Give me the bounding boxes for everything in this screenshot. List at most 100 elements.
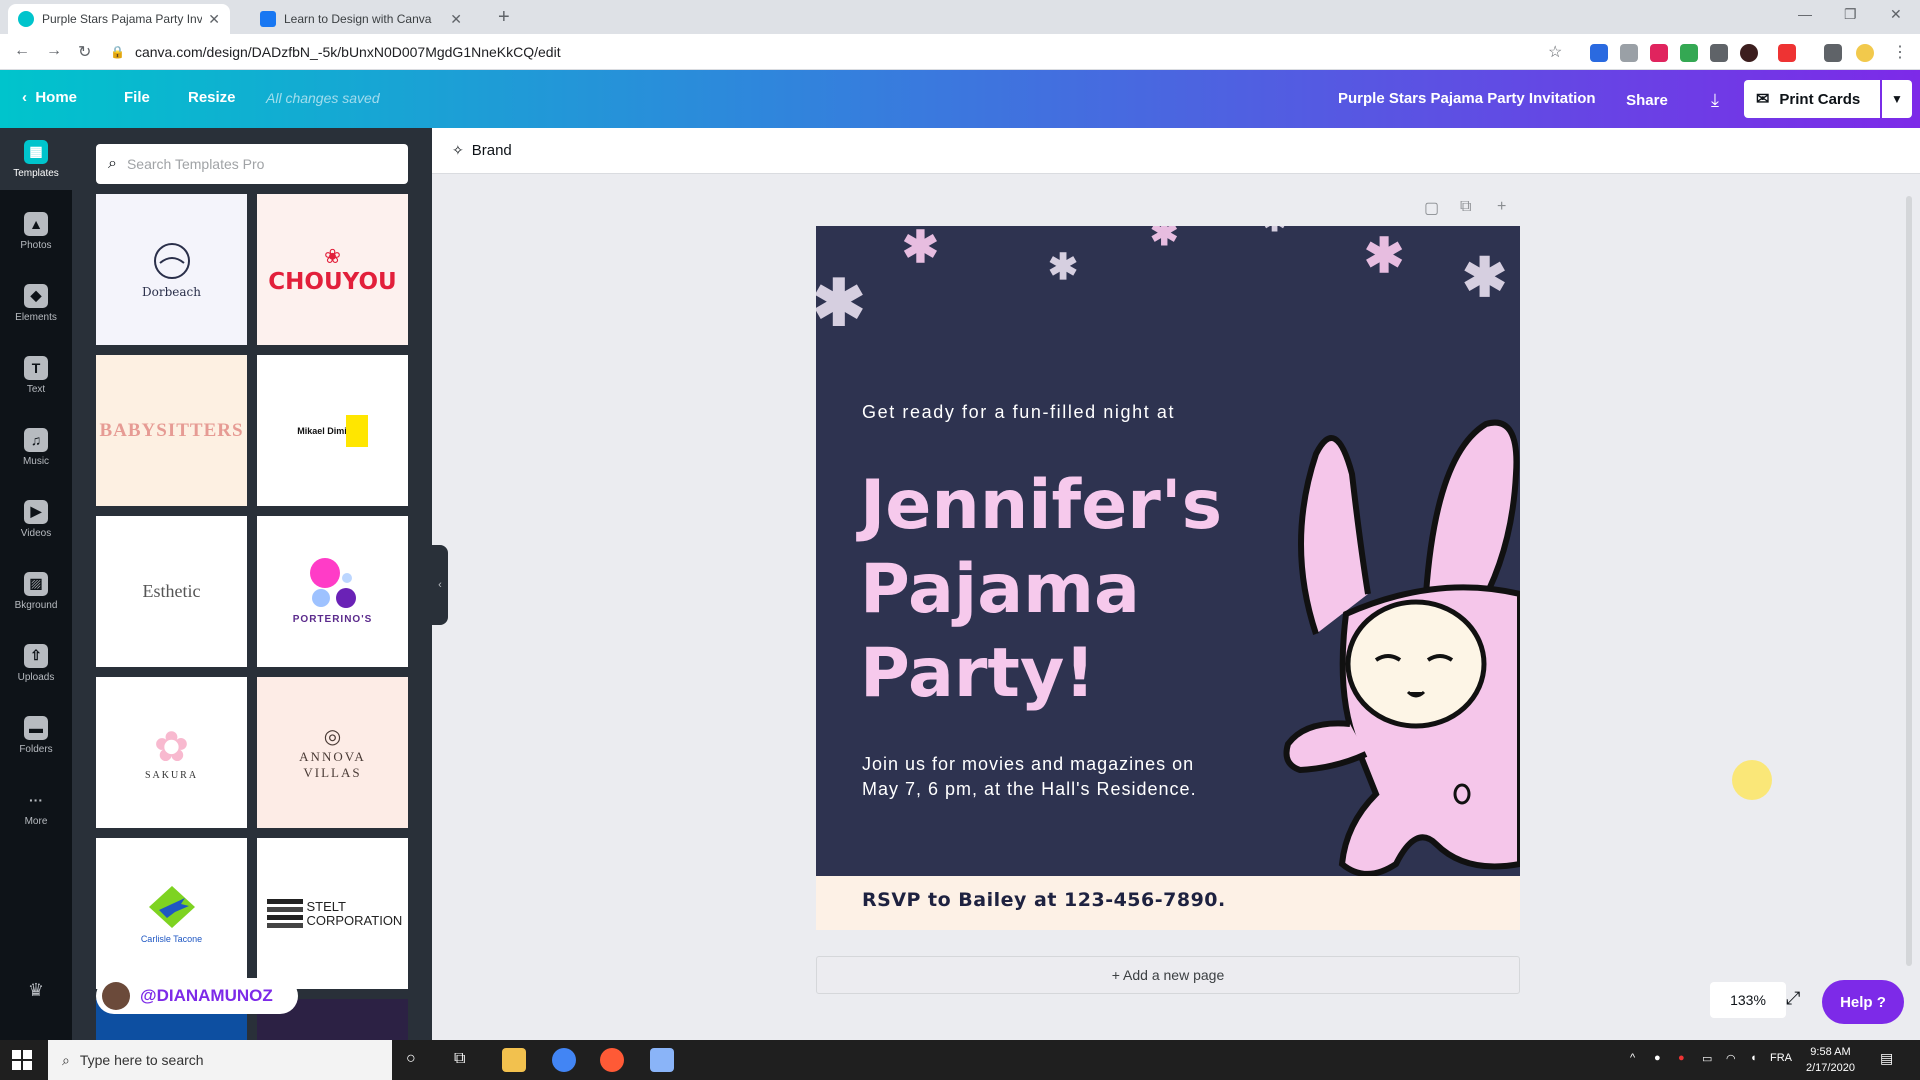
cortana-icon[interactable]: ○ xyxy=(406,1050,416,1068)
minimize-window-icon[interactable]: — xyxy=(1798,6,1812,22)
profile-avatar[interactable] xyxy=(1856,44,1874,62)
brand-button[interactable]: ✧ Brand xyxy=(452,142,512,159)
extension-icon[interactable] xyxy=(1650,44,1668,62)
print-options-chevron-down-icon[interactable]: ▼ xyxy=(1882,80,1912,118)
canvas-scrollbar[interactable] xyxy=(1904,176,1914,1014)
template-card-porterinos[interactable]: PORTERINO'S xyxy=(257,516,408,667)
reload-icon[interactable]: ↻ xyxy=(78,42,91,62)
tray-chevron-up-icon[interactable]: ^ xyxy=(1630,1052,1635,1064)
app-icon[interactable] xyxy=(600,1048,624,1072)
battery-icon[interactable]: ▭ xyxy=(1702,1052,1712,1065)
tray-app-icon[interactable]: ● xyxy=(1678,1052,1685,1064)
template-name: STELT CORPORATION xyxy=(306,898,403,928)
forward-icon[interactable]: → xyxy=(46,42,62,60)
windows-start-icon[interactable] xyxy=(12,1050,32,1070)
help-button[interactable]: Help ? xyxy=(1822,980,1904,1024)
rail-item-photos[interactable]: ▲ Photos xyxy=(0,200,72,262)
close-window-icon[interactable]: ✕ xyxy=(1890,6,1902,23)
extension-icon[interactable] xyxy=(1778,44,1796,62)
notifications-icon[interactable]: ▤ xyxy=(1880,1050,1893,1067)
lock-icon: 🔒 xyxy=(110,45,125,59)
reading-list-icon[interactable] xyxy=(1824,44,1842,62)
zoom-level[interactable]: 133% xyxy=(1730,992,1766,1008)
extension-icon[interactable] xyxy=(1680,44,1698,62)
microphone-icon[interactable]: ● xyxy=(1654,1052,1661,1064)
extension-icon[interactable] xyxy=(1590,44,1608,62)
template-card-stelt[interactable]: STELT CORPORATION xyxy=(257,838,408,989)
template-card-babysitters[interactable]: BABYSITTERS xyxy=(96,355,247,506)
zoom-control[interactable]: 133% xyxy=(1710,982,1786,1018)
invite-details-text[interactable]: Join us for movies and magazines on May … xyxy=(862,752,1222,802)
invite-intro-text[interactable]: Get ready for a fun-filled night at xyxy=(862,402,1175,423)
download-icon[interactable]: ⤓ xyxy=(1694,82,1736,118)
task-view-icon[interactable]: ⧉ xyxy=(454,1050,465,1068)
tab-title: Purple Stars Pajama Party Invitati xyxy=(42,12,203,26)
template-card-chouyou[interactable]: ❀ CHOUYOU xyxy=(257,194,408,345)
taskbar-clock[interactable]: 9:58 AM 2/17/2020 xyxy=(1806,1044,1855,1076)
extension-icon[interactable] xyxy=(1740,44,1758,62)
fullscreen-expand-icon[interactable]: ⤢ xyxy=(1786,988,1800,1009)
template-card-carlisle-tacone[interactable]: Carlisle Tacone xyxy=(96,838,247,989)
browser-tab-canva[interactable]: Purple Stars Pajama Party Invitati ✕ xyxy=(8,4,230,34)
rail-item-text[interactable]: T Text xyxy=(0,344,72,406)
wifi-icon[interactable]: ◠ xyxy=(1726,1052,1736,1065)
template-card-annova-villas[interactable]: ◎ ANNOVA VILLAS xyxy=(257,677,408,828)
invite-headline[interactable]: Jennifer's Pajama Party! xyxy=(860,464,1260,716)
template-search[interactable]: ⌕ xyxy=(96,144,408,184)
templates-panel: ⌕ Dorbeach ❀ CHOUYOU BABYSITTERS Mikael … xyxy=(72,128,432,1040)
app-icon[interactable] xyxy=(650,1048,674,1072)
design-canvas[interactable]: ✱ ✱ ✱ ✱ ✱ ✱ ✱ Get ready for a fun-filled… xyxy=(816,226,1520,930)
rail-item-label: Bkground xyxy=(14,599,58,611)
template-search-input[interactable] xyxy=(126,156,387,172)
collapse-panel-chevron-left-icon[interactable]: ‹ xyxy=(432,545,448,625)
page-notes-icon[interactable]: ▢ xyxy=(1424,198,1439,218)
file-explorer-icon[interactable] xyxy=(502,1048,526,1072)
new-tab-icon[interactable]: + xyxy=(498,6,510,29)
home-button[interactable]: ‹ Home xyxy=(22,89,77,106)
template-card-dorbeach[interactable]: Dorbeach xyxy=(96,194,247,345)
template-card-mikael-dimitri[interactable]: Mikael Dimitri xyxy=(257,355,408,506)
chrome-icon[interactable] xyxy=(552,1048,576,1072)
volume-icon[interactable]: ◖ xyxy=(1750,1052,1757,1064)
resize-button[interactable]: Resize xyxy=(188,89,236,106)
share-button[interactable]: Share xyxy=(1612,82,1682,118)
address-bar[interactable]: 🔒 canva.com/design/DADzfbN_-5k/bUnxN0D00… xyxy=(110,38,1570,66)
annova-spiral-icon: ◎ xyxy=(323,726,342,748)
photos-icon: ▲ xyxy=(24,211,48,236)
rail-item-videos[interactable]: ▶ Videos xyxy=(0,488,72,550)
language-indicator[interactable]: FRA xyxy=(1770,1052,1792,1064)
browser-menu-icon[interactable]: ⋮ xyxy=(1892,42,1908,62)
browser-tab-facebook[interactable]: Learn to Design with Canva ✕ xyxy=(250,4,472,34)
restore-window-icon[interactable]: ❐ xyxy=(1844,6,1857,23)
template-card-esthetic[interactable]: Esthetic xyxy=(96,516,247,667)
bookmark-star-icon[interactable]: ☆ xyxy=(1548,42,1562,62)
back-icon[interactable]: ← xyxy=(14,42,30,60)
stelt-logo: STELT CORPORATION xyxy=(266,897,403,931)
scrollbar-thumb[interactable] xyxy=(1906,196,1912,966)
rail-item-elements[interactable]: ◆ Elements xyxy=(0,272,72,334)
add-new-page-button[interactable]: + Add a new page xyxy=(816,956,1520,994)
rail-item-background[interactable]: ▨ Bkground xyxy=(0,560,72,622)
bunny-pajama-illustration[interactable] xyxy=(1276,394,1520,884)
porterinos-dots-icon xyxy=(309,558,356,608)
document-title[interactable]: Purple Stars Pajama Party Invitation xyxy=(1338,90,1596,107)
rail-item-more[interactable]: ··· More xyxy=(0,776,72,838)
rail-item-label: More xyxy=(24,815,48,827)
taskbar-search[interactable]: ⌕ Type here to search xyxy=(48,1040,392,1080)
save-status: All changes saved xyxy=(266,90,380,106)
rail-item-folders[interactable]: ▬ Folders xyxy=(0,704,72,766)
rail-item-pro[interactable]: ♛ xyxy=(0,970,72,1010)
print-cards-button[interactable]: ✉ Print Cards xyxy=(1744,80,1880,118)
duplicate-page-icon[interactable]: ⧉ xyxy=(1460,198,1471,216)
template-card-sakura[interactable]: ✿ SAKURA xyxy=(96,677,247,828)
rail-item-templates[interactable]: ▦ Templates xyxy=(0,128,72,190)
add-page-icon[interactable]: + xyxy=(1497,198,1506,216)
file-menu-button[interactable]: File xyxy=(124,89,150,106)
close-tab-icon[interactable]: ✕ xyxy=(208,11,220,28)
extension-icon[interactable] xyxy=(1620,44,1638,62)
close-tab-icon[interactable]: ✕ xyxy=(450,11,462,28)
rail-item-music[interactable]: ♫ Music xyxy=(0,416,72,478)
rail-item-uploads[interactable]: ⇧ Uploads xyxy=(0,632,72,694)
extension-icon[interactable] xyxy=(1710,44,1728,62)
rsvp-text[interactable]: RSVP to Bailey at 123-456-7890. xyxy=(862,889,1226,911)
